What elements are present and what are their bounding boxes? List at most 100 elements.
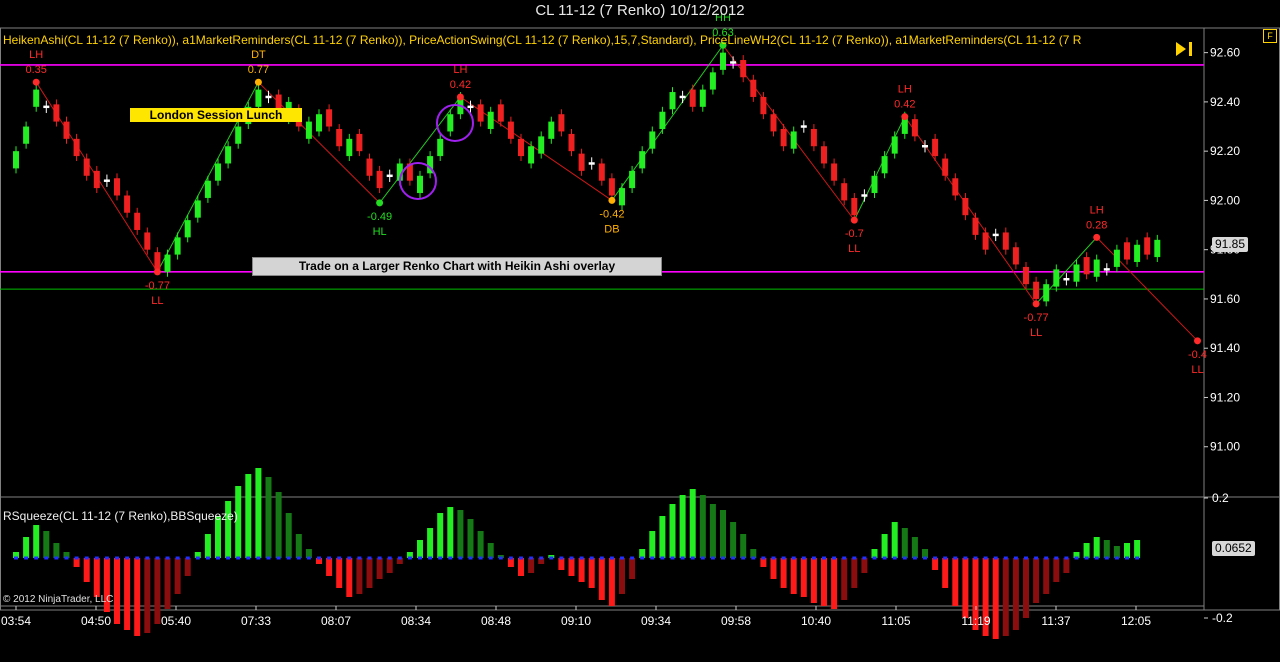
window-title: CL 11-12 (7 Renko) 10/12/2012 (535, 2, 745, 19)
candle-body (750, 79, 757, 97)
squeeze-bar (619, 558, 625, 594)
squeeze-dot (609, 556, 614, 560)
squeeze-dot (529, 556, 534, 560)
x-tick-label: 12:05 (1121, 614, 1151, 628)
squeeze-dot (791, 556, 796, 560)
candle-body (477, 104, 484, 122)
x-tick-label: 11:05 (881, 614, 910, 628)
squeeze-bar (720, 510, 726, 558)
squeeze-bar (1063, 558, 1070, 573)
candle-body (386, 174, 393, 178)
squeeze-bar (184, 558, 191, 576)
squeeze-dot (54, 556, 59, 560)
squeeze-bar (53, 543, 60, 558)
x-tick-label: 08:48 (481, 614, 511, 628)
squeeze-dot (1094, 556, 1099, 560)
squeeze-dot (1054, 556, 1059, 560)
play-pause-icon[interactable] (1174, 40, 1198, 58)
f-button[interactable]: F (1263, 29, 1277, 43)
candle-body (1154, 239, 1161, 258)
swing-point-dot (1194, 337, 1201, 345)
swing-value: -0.49 (367, 211, 392, 223)
squeeze-dot (640, 556, 645, 560)
candle-body (831, 163, 838, 181)
squeeze-dot (872, 556, 877, 560)
squeeze-bar (204, 534, 211, 558)
x-tick-label: 08:34 (401, 614, 431, 628)
swing-value: 0.42 (894, 99, 915, 111)
squeeze-bar (770, 558, 777, 579)
squeeze-bar (376, 558, 383, 579)
squeeze-dot (1044, 556, 1049, 560)
x-tick-label: 05:40 (161, 614, 191, 628)
squeeze-axis: 0.2 -0.2 (1204, 491, 1233, 625)
squeeze-bar (821, 558, 827, 606)
squeeze-dot (1013, 556, 1018, 560)
candle-body (43, 105, 50, 109)
swing-point-dot (901, 113, 909, 121)
squeeze-bar (346, 558, 353, 597)
squeeze-bar (1043, 558, 1050, 594)
squeeze-bar (952, 558, 959, 606)
squeeze-dot (266, 556, 271, 560)
squeeze-bar (689, 489, 696, 558)
squeeze-dot (216, 556, 220, 560)
squeeze-dot (933, 556, 938, 560)
squeeze-tick-label: -0.2 (1212, 611, 1233, 625)
candle-body (992, 233, 999, 237)
squeeze-bar (114, 558, 120, 624)
candle-body (730, 61, 737, 64)
squeeze-dot (882, 556, 887, 560)
squeeze-dot (347, 556, 352, 560)
squeeze-dot (337, 556, 342, 560)
swing-point-dot (850, 216, 858, 224)
squeeze-dot (781, 556, 786, 560)
candle-body (588, 162, 595, 165)
squeeze-bar (568, 558, 575, 576)
time-axis: 03:54 04:50 05:40 07:33 08:07 08:34 08:48 09:10… (1, 606, 1151, 628)
squeeze-dot (94, 556, 99, 560)
squeeze-bar (841, 558, 848, 600)
squeeze-dot (104, 556, 109, 560)
swing-value: -0.77 (145, 280, 170, 292)
candle-body (255, 89, 262, 107)
squeeze-dot (397, 556, 402, 560)
squeeze-dot (902, 556, 907, 560)
squeeze-dot (145, 556, 150, 560)
squeeze-dot (185, 556, 190, 560)
swing-tag: LL (1030, 327, 1042, 339)
candle-body (528, 146, 535, 164)
squeeze-dot (34, 556, 39, 560)
swing-value: 0.42 (450, 79, 471, 91)
squeeze-bar (275, 492, 282, 558)
squeeze-dot (256, 556, 261, 560)
squeeze-bar (780, 558, 787, 588)
candle-body (740, 60, 747, 78)
squeeze-bar (1134, 540, 1141, 558)
candle-body (204, 180, 211, 198)
candle-body (376, 170, 383, 189)
squeeze-bar (992, 558, 999, 639)
squeeze-bar (164, 558, 171, 609)
squeeze-bar (245, 474, 252, 558)
candle-body (1033, 281, 1040, 299)
candle-body (336, 128, 343, 147)
candle-body (699, 89, 706, 107)
candle-body (164, 254, 171, 272)
swing-value: -0.42 (599, 208, 624, 220)
candle-body (53, 104, 60, 122)
candle-body (346, 138, 353, 157)
squeeze-dot (822, 556, 826, 560)
candle-body (1124, 242, 1130, 260)
squeeze-bar (1124, 543, 1130, 558)
squeeze-dot (246, 556, 251, 560)
candle-body (780, 128, 787, 147)
swing-value: -0.77 (1024, 312, 1049, 324)
candle-body (265, 95, 272, 99)
squeeze-dot (377, 556, 382, 560)
swing-tag: LH (453, 64, 467, 76)
candle-body (800, 125, 807, 128)
candle-body (235, 126, 242, 144)
swing-tag: LL (151, 295, 163, 307)
squeeze-dot (852, 556, 857, 560)
